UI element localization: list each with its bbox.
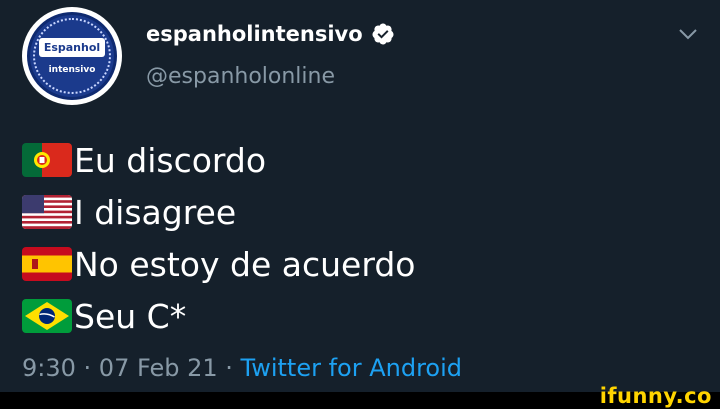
tweet-line-text: Eu discordo (74, 140, 267, 180)
spain-flag-icon (22, 247, 72, 281)
brazil-flag-icon (22, 299, 72, 333)
display-name[interactable]: espanholintensivo (146, 22, 363, 46)
avatar-logo-subtitle: intensivo (48, 64, 96, 75)
tweet-time[interactable]: 9:30 (22, 354, 76, 382)
tweet-text: Eu discordo I disagree No estoy de acuer… (22, 134, 415, 342)
tweet-date[interactable]: 07 Feb 21 (99, 354, 218, 382)
tweet-source-link[interactable]: Twitter for Android (241, 354, 462, 382)
verified-badge-icon (372, 23, 394, 45)
ifunny-watermark: ifunny.co (599, 384, 712, 408)
tweet-line: I disagree (22, 186, 415, 238)
usa-flag-icon (22, 195, 72, 229)
tweet-line-text: I disagree (74, 192, 237, 232)
avatar-logo: Espanhol intensivo (27, 12, 117, 100)
meta-separator: · (75, 354, 99, 382)
tweet-line: No estoy de acuerdo (22, 238, 415, 290)
tweet-line: Eu discordo (22, 134, 415, 186)
tweet-line-text: Seu C* (74, 296, 187, 336)
portugal-flag-icon (22, 143, 72, 177)
tweet-line: Seu C* (22, 290, 415, 342)
tweet-line-text: No estoy de acuerdo (74, 244, 416, 284)
user-handle[interactable]: @espanholonline (146, 64, 335, 89)
avatar[interactable]: Espanhol intensivo (22, 7, 122, 105)
tweet-meta: 9:30 · 07 Feb 21 · Twitter for Android (22, 354, 462, 382)
display-name-row[interactable]: espanholintensivo (146, 22, 395, 46)
tweet-card: Espanhol intensivo espanholintensivo @es… (0, 0, 720, 392)
avatar-logo-title: Espanhol (38, 37, 106, 57)
meta-separator: · (217, 354, 241, 382)
chevron-down-icon[interactable] (676, 22, 700, 46)
